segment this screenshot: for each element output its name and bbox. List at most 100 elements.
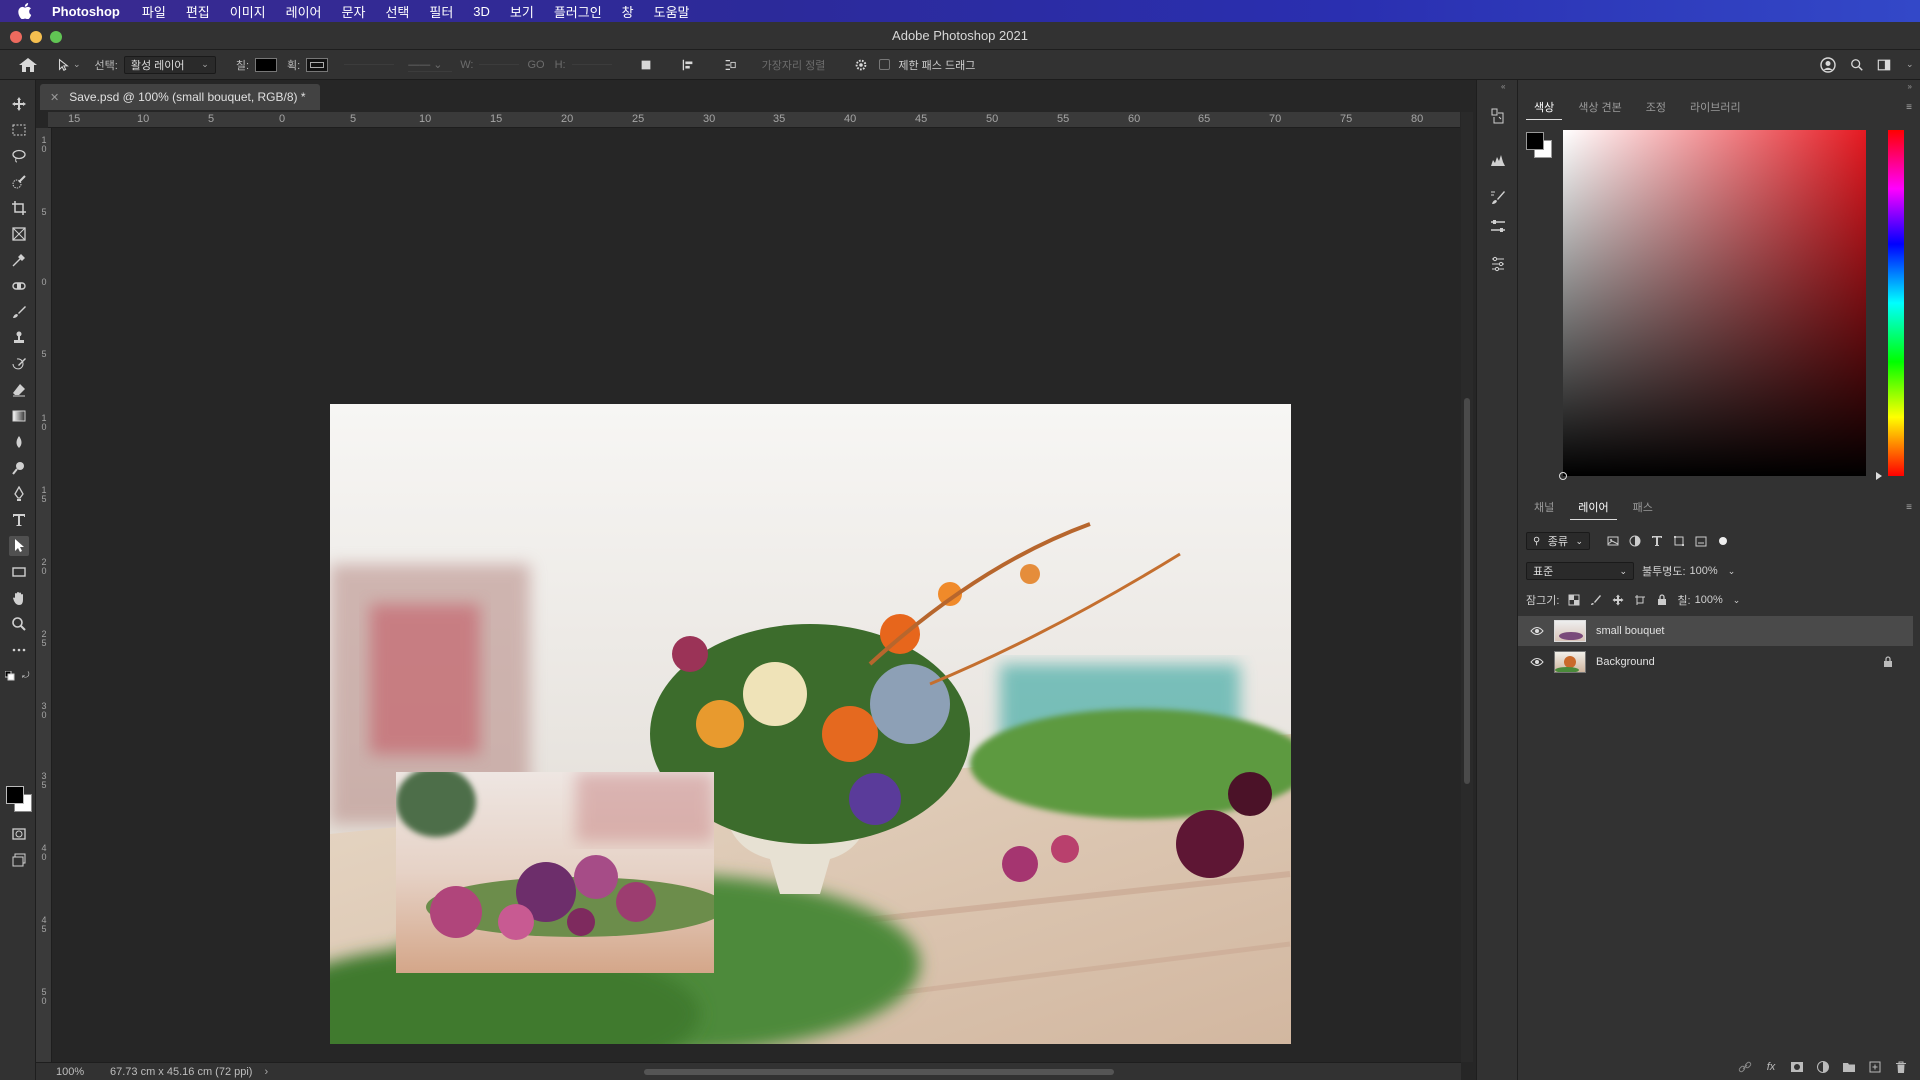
document-image[interactable] bbox=[330, 404, 1291, 1044]
vertical-scrollbar-thumb[interactable] bbox=[1464, 398, 1470, 784]
opacity-value[interactable]: 100% bbox=[1690, 565, 1718, 577]
foreground-color-chip[interactable] bbox=[1526, 132, 1544, 150]
close-tab-icon[interactable]: ✕ bbox=[50, 91, 59, 104]
adjustment-icon[interactable] bbox=[1816, 1060, 1830, 1074]
status-menu-chevron-icon[interactable]: › bbox=[264, 1066, 268, 1078]
layer-row-small-bouquet[interactable]: small bouquet bbox=[1518, 616, 1913, 646]
zoom-tool-icon[interactable] bbox=[9, 614, 29, 634]
stroke-type-dropdown[interactable]: —— ⌄ bbox=[408, 58, 453, 72]
fill-swatch[interactable] bbox=[255, 57, 278, 72]
history-brush-tool-icon[interactable] bbox=[9, 354, 29, 374]
clone-stamp-tool-icon[interactable] bbox=[9, 328, 29, 348]
hue-slider[interactable] bbox=[1888, 130, 1904, 476]
app-menu-photoshop[interactable]: Photoshop bbox=[52, 4, 120, 19]
eraser-tool-icon[interactable] bbox=[9, 380, 29, 400]
default-colors-icon[interactable] bbox=[4, 670, 15, 681]
path-arrangement-icon[interactable] bbox=[722, 57, 738, 73]
layer-row-background[interactable]: Background bbox=[1518, 647, 1913, 677]
fill-value[interactable]: 100% bbox=[1695, 594, 1723, 606]
dodge-tool-icon[interactable] bbox=[9, 458, 29, 478]
home-icon[interactable] bbox=[17, 56, 39, 74]
filter-pixel-icon[interactable] bbox=[1606, 534, 1620, 548]
histogram-panel-icon[interactable] bbox=[1488, 150, 1508, 170]
collapse-panels-icon[interactable]: » bbox=[1908, 82, 1912, 91]
lock-icon[interactable] bbox=[1883, 656, 1893, 668]
layer-name[interactable]: small bouquet bbox=[1596, 625, 1665, 637]
tab-layers[interactable]: 레이어 bbox=[1570, 496, 1617, 520]
quick-selection-tool-icon[interactable] bbox=[9, 172, 29, 192]
workspace-icon[interactable] bbox=[1876, 57, 1892, 73]
gear-icon[interactable] bbox=[853, 57, 869, 73]
marquee-tool-icon[interactable] bbox=[9, 120, 29, 140]
crop-tool-icon[interactable] bbox=[9, 198, 29, 218]
path-selection-tool-icon[interactable] bbox=[55, 57, 71, 73]
color-panel-menu-icon[interactable]: ≡ bbox=[1906, 102, 1912, 113]
eyedropper-tool-icon[interactable] bbox=[9, 250, 29, 270]
close-window-button[interactable] bbox=[10, 31, 22, 43]
trash-icon[interactable] bbox=[1894, 1060, 1908, 1074]
tab-paths[interactable]: 패스 bbox=[1625, 496, 1661, 520]
tab-channels[interactable]: 채널 bbox=[1526, 496, 1562, 520]
select-mode-dropdown[interactable]: 활성 레이어 ⌄ bbox=[123, 55, 216, 74]
filter-shape-icon[interactable] bbox=[1672, 534, 1686, 548]
tab-color[interactable]: 색상 bbox=[1526, 96, 1563, 120]
vertical-scrollbar[interactable] bbox=[1461, 112, 1473, 1062]
new-layer-icon[interactable] bbox=[1868, 1060, 1882, 1074]
menu-image[interactable]: 이미지 bbox=[230, 2, 266, 21]
document-tab[interactable]: ✕ Save.psd @ 100% (small bouquet, RGB/8)… bbox=[40, 84, 320, 110]
lock-transparency-icon[interactable] bbox=[1567, 593, 1581, 607]
menu-help[interactable]: 도움말 bbox=[654, 2, 690, 21]
collapse-dock-icon[interactable]: « bbox=[1501, 82, 1505, 91]
menu-select[interactable]: 선택 bbox=[385, 2, 409, 21]
height-field[interactable] bbox=[571, 64, 612, 65]
filter-smart-object-icon[interactable] bbox=[1694, 534, 1708, 548]
menu-edit[interactable]: 편집 bbox=[186, 2, 210, 21]
hand-tool-icon[interactable] bbox=[9, 588, 29, 608]
layer-filter-dropdown[interactable]: ⚲ 종류 ⌄ bbox=[1526, 532, 1590, 550]
adjustments-panel-icon[interactable] bbox=[1488, 254, 1508, 274]
healing-brush-tool-icon[interactable] bbox=[9, 276, 29, 296]
foreground-color-swatch[interactable] bbox=[6, 786, 24, 804]
minimize-window-button[interactable] bbox=[30, 31, 42, 43]
menu-layer[interactable]: 레이어 bbox=[286, 2, 322, 21]
menu-type[interactable]: 문자 bbox=[342, 2, 366, 21]
lock-artboard-icon[interactable] bbox=[1633, 593, 1647, 607]
lock-pixels-icon[interactable] bbox=[1589, 593, 1603, 607]
menu-3d[interactable]: 3D bbox=[473, 4, 490, 19]
lock-position-icon[interactable] bbox=[1611, 593, 1625, 607]
more-tools-icon[interactable] bbox=[9, 640, 29, 660]
lock-all-icon[interactable] bbox=[1655, 593, 1669, 607]
zoom-level[interactable]: 100% bbox=[56, 1066, 98, 1078]
mask-icon[interactable] bbox=[1790, 1060, 1804, 1074]
constrain-path-checkbox[interactable] bbox=[879, 59, 891, 70]
layers-panel-menu-icon[interactable]: ≡ bbox=[1906, 502, 1912, 513]
small-bouquet-layer[interactable] bbox=[396, 772, 714, 973]
quick-mask-icon[interactable] bbox=[9, 824, 29, 844]
tab-swatches[interactable]: 색상 견본 bbox=[1570, 96, 1630, 120]
type-tool-icon[interactable] bbox=[9, 510, 29, 530]
hue-slider-marker[interactable] bbox=[1876, 472, 1882, 480]
document-canvas[interactable] bbox=[52, 128, 1460, 1062]
menu-window[interactable]: 창 bbox=[622, 2, 634, 21]
link-icon[interactable] bbox=[1738, 1060, 1752, 1074]
blur-tool-icon[interactable] bbox=[9, 432, 29, 452]
tool-preset-chevron-icon[interactable]: ⌄ bbox=[73, 59, 81, 70]
eye-icon[interactable] bbox=[1530, 657, 1544, 667]
frame-tool-icon[interactable] bbox=[9, 224, 29, 244]
apple-icon[interactable] bbox=[18, 3, 32, 20]
link-dimensions-label[interactable]: GO bbox=[527, 59, 544, 71]
opacity-chevron-icon[interactable]: ⌄ bbox=[1728, 566, 1736, 577]
swap-colors-icon[interactable]: ⤾ bbox=[22, 670, 32, 680]
path-selection-tool-icon[interactable] bbox=[9, 536, 29, 556]
path-alignment-icon[interactable] bbox=[680, 57, 696, 73]
workspace-chevron-icon[interactable]: ⌄ bbox=[1906, 59, 1914, 70]
tab-libraries[interactable]: 라이브러리 bbox=[1682, 96, 1749, 120]
layer-name[interactable]: Background bbox=[1596, 656, 1655, 668]
menu-plugins[interactable]: 플러그인 bbox=[554, 2, 602, 21]
horizontal-scrollbar-thumb[interactable] bbox=[644, 1069, 1114, 1075]
stroke-swatch[interactable] bbox=[306, 57, 329, 72]
fx-icon[interactable]: fx bbox=[1764, 1060, 1778, 1074]
filter-type-icon[interactable] bbox=[1650, 534, 1664, 548]
move-tool-icon[interactable] bbox=[9, 94, 29, 114]
path-operations-icon[interactable] bbox=[638, 57, 654, 73]
